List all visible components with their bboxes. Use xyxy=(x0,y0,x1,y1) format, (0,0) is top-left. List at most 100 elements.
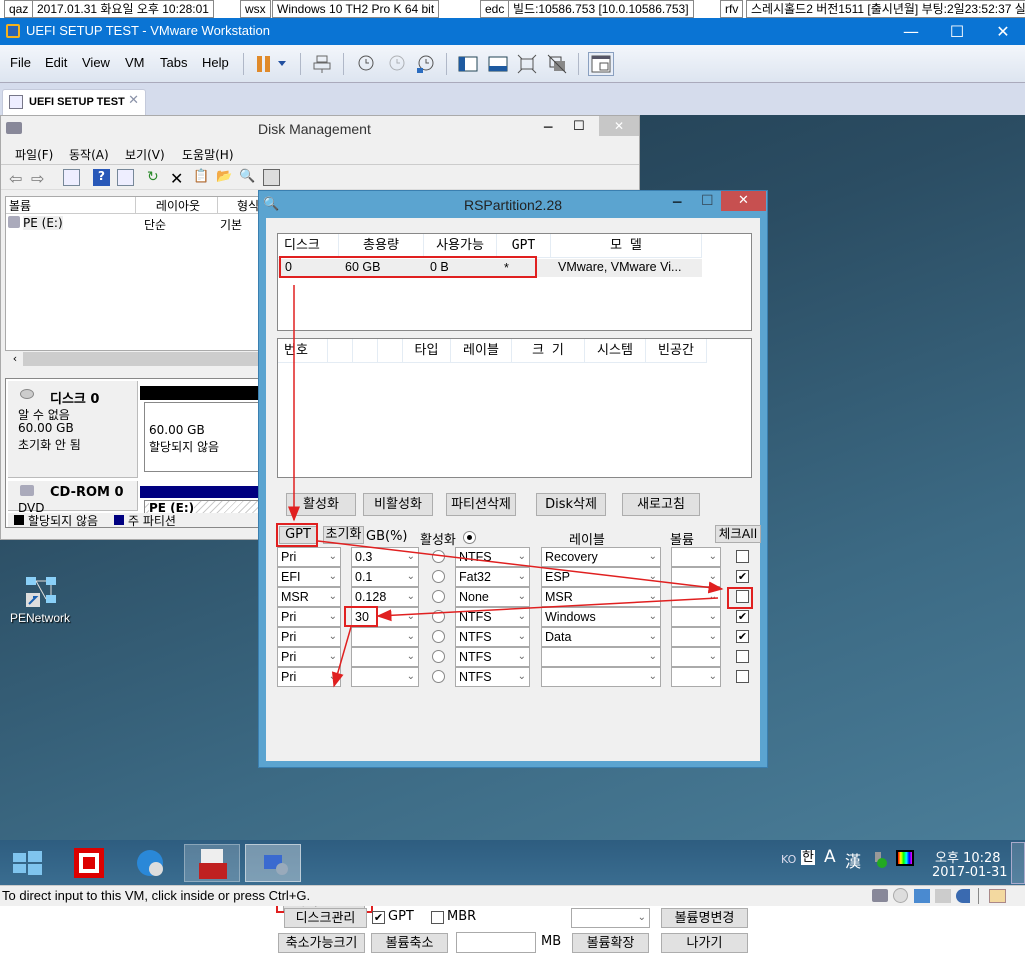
column-header-blank[interactable] xyxy=(353,339,378,363)
shrinkable-size-button[interactable]: 축소가능크기 xyxy=(278,933,365,953)
partition-size-select[interactable]: ⌄ xyxy=(351,627,419,647)
chevron-down-icon[interactable] xyxy=(276,57,296,77)
rs-close-button[interactable]: ✕ xyxy=(721,191,766,211)
usb-safe-remove-icon[interactable] xyxy=(872,852,887,868)
mb-input[interactable] xyxy=(456,932,536,953)
label-select[interactable]: ⌄ xyxy=(541,647,661,667)
column-header-layout[interactable]: 레이아웃 xyxy=(136,197,218,214)
partition-checkbox[interactable] xyxy=(736,650,749,663)
filesystem-select[interactable]: NTFS ⌄ xyxy=(455,667,530,687)
back-icon[interactable]: ⇦ xyxy=(9,169,26,188)
filesystem-select[interactable]: None ⌄ xyxy=(455,587,530,607)
column-header-label[interactable]: 레이블 xyxy=(451,339,512,363)
clock-date[interactable]: 2017-01-31 xyxy=(932,865,1008,880)
volume-letter-select[interactable]: ⌄ xyxy=(671,667,721,687)
full-screen-icon[interactable] xyxy=(517,54,537,74)
volume-letter-select[interactable]: ⌄ xyxy=(671,567,721,587)
show-hide-console-tree-icon[interactable] xyxy=(63,169,80,186)
ime-alpha[interactable]: A xyxy=(824,847,836,867)
active-header-radio[interactable] xyxy=(463,531,476,544)
dm-minimize-button[interactable]: ─ xyxy=(544,120,552,136)
filesystem-select[interactable]: NTFS ⌄ xyxy=(455,647,530,667)
disk-management-button[interactable]: 디스크관리 xyxy=(284,908,367,928)
show-desktop-button[interactable] xyxy=(1011,842,1025,884)
menu-help[interactable]: Help xyxy=(202,55,229,70)
tab-uefi-setup-test[interactable]: UEFI SETUP TEST ✕ xyxy=(2,89,146,115)
dm-menu-view[interactable]: 보기(V) xyxy=(125,146,165,163)
partition-size-select[interactable]: 0.3 ⌄ xyxy=(351,547,419,567)
gpt-checkbox[interactable]: ✔ xyxy=(372,911,385,924)
column-header-model[interactable]: 모 델 xyxy=(551,234,702,258)
close-tab-icon[interactable]: ✕ xyxy=(128,93,139,108)
rs-minimize-button[interactable]: ─ xyxy=(673,195,681,211)
partition-checkbox[interactable]: ✔ xyxy=(736,630,749,643)
filesystem-select[interactable]: NTFS ⌄ xyxy=(455,627,530,647)
taskbar-browser-icon[interactable] xyxy=(122,844,178,882)
gpt-button[interactable]: GPT xyxy=(279,526,317,544)
filesystem-select[interactable]: Fat32 ⌄ xyxy=(455,567,530,587)
partition-size-select[interactable]: ⌄ xyxy=(351,647,419,667)
clock-time[interactable]: 오후 10:28 xyxy=(935,847,1001,866)
label-select[interactable]: Data ⌄ xyxy=(541,627,661,647)
partition-checkbox[interactable] xyxy=(736,670,749,683)
column-header-disk[interactable]: 디스크 xyxy=(278,234,339,258)
label-select[interactable]: ESP ⌄ xyxy=(541,567,661,587)
delete-partition-button[interactable]: 파티션삭제 xyxy=(446,493,516,516)
menu-edit[interactable]: Edit xyxy=(45,55,67,70)
active-radio[interactable] xyxy=(432,590,445,603)
partition-checkbox[interactable]: ✔ xyxy=(736,610,749,623)
printer-icon[interactable] xyxy=(935,889,951,903)
shrink-volume-button[interactable]: 볼륨축소 xyxy=(371,933,448,953)
volume-letter-select[interactable]: ⌄ xyxy=(671,587,721,607)
active-radio[interactable] xyxy=(432,650,445,663)
partition-type-select[interactable]: EFI ⌄ xyxy=(277,567,341,587)
disk-wizard-icon[interactable] xyxy=(263,169,280,186)
show-library-icon[interactable] xyxy=(458,54,478,74)
close-button[interactable]: ✕ xyxy=(980,18,1025,45)
column-header-blank[interactable] xyxy=(378,339,403,363)
extend-volume-button[interactable]: 볼륨확장 xyxy=(572,933,649,953)
partition-size-select[interactable]: 30 ⌄ xyxy=(351,607,419,627)
rename-volume-button[interactable]: 볼륨명변경 xyxy=(661,908,748,928)
network-adapter-icon[interactable] xyxy=(914,889,930,903)
menu-file[interactable]: File xyxy=(10,55,31,70)
taskbar-app-icon[interactable] xyxy=(62,844,118,882)
display-icon[interactable] xyxy=(896,850,914,866)
ime-hangul[interactable]: 한 xyxy=(801,850,815,865)
table-row[interactable]: 0 60 GB 0 B * VMware, VMware Vi... xyxy=(278,259,702,277)
label-select[interactable]: Recovery ⌄ xyxy=(541,547,661,567)
minimize-button[interactable]: — xyxy=(888,18,934,45)
partition-type-select[interactable]: Pri ⌄ xyxy=(277,547,341,567)
menu-vm[interactable]: VM xyxy=(125,55,145,70)
scroll-left-icon[interactable]: ‹ xyxy=(7,352,23,366)
partition-size-select[interactable]: ⌄ xyxy=(351,667,419,687)
disk-0-label[interactable]: 디스크 0 알 수 없음 60.00 GB 초기화 안 됨 xyxy=(8,381,138,478)
initialize-button[interactable]: 초기화 xyxy=(323,526,364,544)
unallocated-region[interactable]: 60.00 GB 할당되지 않음 xyxy=(144,402,274,472)
column-header-volume[interactable]: 볼륨 xyxy=(6,197,136,214)
volume-letter-select[interactable]: ⌄ xyxy=(671,607,721,627)
dm-menu-file[interactable]: 파일(F) xyxy=(15,146,53,163)
cd-dvd-icon[interactable] xyxy=(893,888,908,903)
snapshot-manager-icon[interactable] xyxy=(415,54,435,74)
horizontal-scrollbar[interactable]: ‹ xyxy=(7,352,269,366)
filesystem-select[interactable]: NTFS ⌄ xyxy=(455,607,530,627)
partition-type-select[interactable]: Pri ⌄ xyxy=(277,627,341,647)
active-radio[interactable] xyxy=(432,550,445,563)
table-row[interactable]: PE (E:) 단순 기본 xyxy=(6,215,276,232)
partition-checkbox[interactable] xyxy=(736,590,749,603)
column-header-available[interactable]: 사용가능 xyxy=(424,234,497,258)
column-header-gpt[interactable]: GPT xyxy=(497,234,551,258)
maximize-button[interactable]: ☐ xyxy=(934,18,980,45)
check-all-button[interactable]: 체크All xyxy=(715,525,761,543)
activate-button[interactable]: 활성화 xyxy=(286,493,356,516)
sound-icon[interactable] xyxy=(956,889,970,903)
label-select[interactable]: Windows ⌄ xyxy=(541,607,661,627)
partition-type-select[interactable]: Pri ⌄ xyxy=(277,667,341,687)
exit-button[interactable]: 나가기 xyxy=(661,933,748,953)
send-ctrl-alt-del-icon[interactable] xyxy=(312,54,332,74)
mbr-checkbox[interactable] xyxy=(431,911,444,924)
partition-checkbox[interactable] xyxy=(736,550,749,563)
taskbar-disk-settings-icon[interactable] xyxy=(245,844,301,882)
volume-letter-select[interactable]: ⌄ xyxy=(671,627,721,647)
